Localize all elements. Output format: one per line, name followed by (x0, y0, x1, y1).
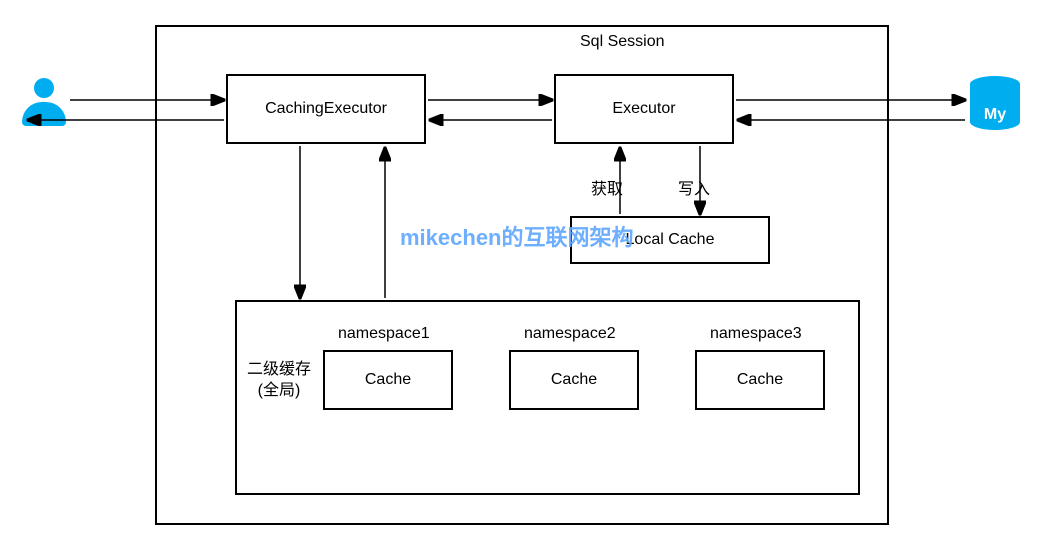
caching-executor-box: CachingExecutor (226, 74, 426, 144)
database-icon: My (968, 75, 1022, 129)
l2-label-line1: 二级缓存 (247, 361, 311, 378)
executor-label: Executor (612, 100, 675, 118)
namespace2-label: namespace2 (524, 325, 616, 343)
cache2-label: Cache (551, 371, 597, 389)
cache-box-2: Cache (509, 350, 639, 410)
executor-box: Executor (554, 74, 734, 144)
cache-box-1: Cache (323, 350, 453, 410)
db-text: My (984, 106, 1006, 123)
write-label: 写入 (678, 175, 710, 199)
local-cache-label: Local Cache (626, 231, 715, 249)
sql-session-label: Sql Session (580, 33, 665, 51)
caching-executor-label: CachingExecutor (265, 100, 387, 118)
diagram-canvas: Sql Session CachingExecutor Executor Loc… (0, 0, 1051, 550)
local-cache-box: Local Cache (570, 216, 770, 264)
fetch-label: 获取 (591, 175, 623, 199)
l2-cache-label: 二级缓存 (全局) (247, 360, 311, 402)
cache1-label: Cache (365, 371, 411, 389)
cache3-label: Cache (737, 371, 783, 389)
cache-box-3: Cache (695, 350, 825, 410)
l2-label-line2: (全局) (258, 382, 301, 399)
namespace3-label: namespace3 (710, 325, 802, 343)
namespace1-label: namespace1 (338, 325, 430, 343)
user-icon (20, 78, 68, 138)
